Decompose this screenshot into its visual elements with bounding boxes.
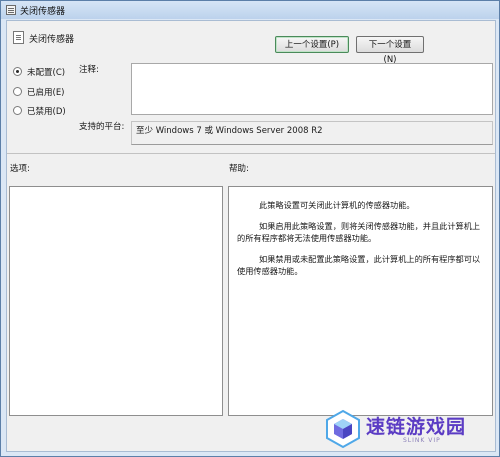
dialog-client-area: 关闭传感器 上一个设置(P) 下一个设置(N) 未配置(C) 已启用(E) 已禁… bbox=[6, 20, 496, 452]
watermark-cube-icon bbox=[326, 409, 360, 449]
watermark-text: 速链游戏园 bbox=[366, 416, 467, 438]
help-text: 此策略设置可关闭此计算机的传感器功能。 如果启用此策略设置，则将关闭传感器功能，… bbox=[237, 199, 487, 286]
watermark-subtext: SLINK VIP bbox=[403, 437, 441, 444]
comment-label: 注释: bbox=[79, 65, 99, 75]
comment-textarea[interactable] bbox=[131, 63, 493, 115]
help-pane[interactable]: 此策略设置可关闭此计算机的传感器功能。 如果启用此策略设置，则将关闭传感器功能，… bbox=[228, 186, 493, 416]
help-paragraph: 如果启用此策略设置，则将关闭传感器功能，并且此计算机上的所有程序都将无法使用传感… bbox=[237, 220, 481, 244]
help-label: 帮助: bbox=[229, 164, 249, 174]
policy-setting-window: 关闭传感器 关闭传感器 上一个设置(P) 下一个设置(N) 未配置(C) 已启用… bbox=[0, 0, 500, 457]
supported-platform-value: 至少 Windows 7 或 Windows Server 2008 R2 bbox=[136, 126, 323, 136]
next-setting-button[interactable]: 下一个设置(N) bbox=[356, 36, 424, 65]
radio-label: 已启用(E) bbox=[27, 88, 65, 98]
divider bbox=[7, 153, 495, 154]
radio-button[interactable] bbox=[13, 67, 22, 76]
options-pane[interactable] bbox=[9, 186, 223, 416]
window-title: 关闭传感器 bbox=[20, 7, 66, 17]
title-bar[interactable]: 关闭传感器 bbox=[1, 1, 499, 19]
radio-label: 已禁用(D) bbox=[27, 107, 66, 117]
previous-setting-button[interactable]: 上一个设置(P) bbox=[275, 36, 349, 53]
window-icon bbox=[6, 5, 16, 15]
help-paragraph: 如果禁用或未配置此策略设置，此计算机上的所有程序都可以使用传感器功能。 bbox=[237, 253, 481, 277]
radio-button[interactable] bbox=[13, 87, 22, 96]
help-paragraph: 此策略设置可关闭此计算机的传感器功能。 bbox=[259, 200, 415, 210]
watermark-logo: 速链游戏园 SLINK VIP bbox=[323, 409, 489, 453]
radio-label: 未配置(C) bbox=[27, 68, 66, 78]
policy-setting-icon bbox=[13, 31, 24, 44]
options-label: 选项: bbox=[10, 164, 30, 174]
supported-platform-field: 至少 Windows 7 或 Windows Server 2008 R2 bbox=[131, 121, 493, 145]
setting-name: 关闭传感器 bbox=[29, 35, 75, 45]
supported-platform-label: 支持的平台: bbox=[79, 122, 125, 132]
radio-button[interactable] bbox=[13, 106, 22, 115]
